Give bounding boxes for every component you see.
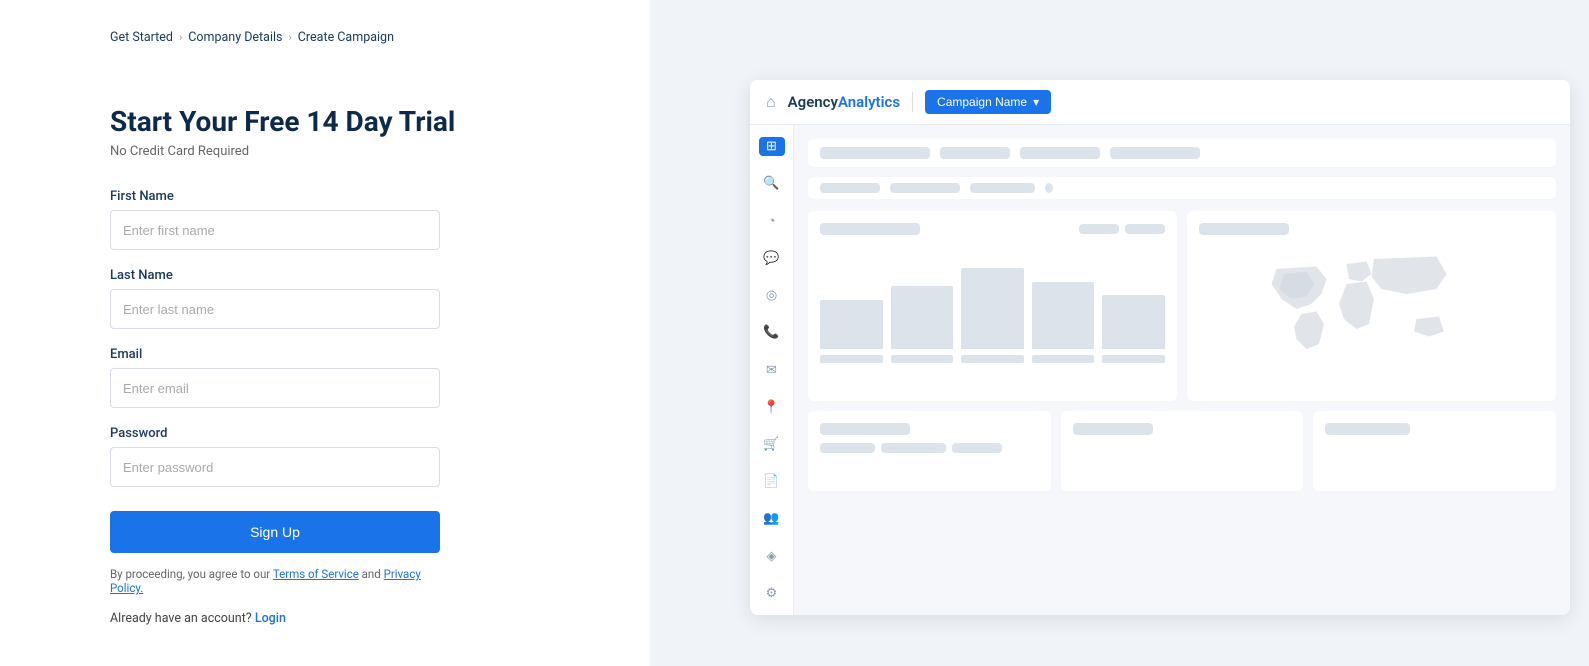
bar-label-2 (891, 355, 954, 363)
bar-2 (891, 286, 954, 349)
password-group: Password (110, 426, 570, 487)
breadcrumb-sep-1: › (179, 31, 182, 44)
last-name-group: Last Name (110, 268, 570, 329)
sidebar-item-search[interactable]: 🔍 (759, 174, 785, 193)
last-name-input[interactable] (110, 289, 440, 329)
chevron-down-icon: ▾ (1033, 95, 1039, 109)
bar-chart-visual (820, 249, 1165, 349)
skeleton-chart-title (820, 223, 920, 235)
home-icon: ⌂ (766, 92, 776, 112)
sidebar-item-cart[interactable]: 🛒 (759, 435, 785, 454)
skeleton-header-4 (1110, 147, 1200, 159)
skeleton-bottom-3-title (1325, 423, 1410, 435)
bar-5 (1102, 295, 1165, 349)
breadcrumb-item-2: Company Details (188, 30, 282, 45)
sidebar-item-email[interactable]: ✉ (759, 360, 785, 379)
map-card-header (1199, 223, 1544, 235)
bottom-card-2 (1061, 411, 1304, 491)
sidebar-item-location[interactable]: 📍 (759, 398, 785, 417)
bar-label-1 (820, 355, 883, 363)
email-label: Email (110, 347, 570, 362)
breadcrumb-item-3: Create Campaign (298, 30, 394, 45)
sidebar-item-phone[interactable]: 📞 (759, 323, 785, 342)
skeleton-bottom-2-title (1073, 423, 1153, 435)
skeleton-bottom-1-title (820, 423, 910, 435)
terms-text: By proceeding, you agree to our Terms of… (110, 567, 440, 595)
skeleton-chart-btn-1 (1079, 224, 1119, 234)
skeleton-chart-btn-2 (1125, 224, 1165, 234)
dashboard-header-row (808, 139, 1556, 167)
bar-chart-card (808, 211, 1177, 401)
skeleton-bottom-1-b (881, 443, 946, 453)
email-group: Email (110, 347, 570, 408)
page-title: Start Your Free 14 Day Trial (110, 105, 570, 138)
right-panel: ⌂ AgencyAnalytics Campaign Name ▾ ⊞ 🔍 ◔ … (650, 0, 1589, 666)
sidebar-item-filter[interactable]: ◈ (759, 547, 785, 566)
skeleton-bottom-1-a (820, 443, 875, 453)
dashboard-cards-row (808, 211, 1556, 401)
dashboard-nav: ⌂ AgencyAnalytics Campaign Name ▾ (750, 80, 1570, 125)
signup-button[interactable]: Sign Up (110, 511, 440, 553)
sidebar-item-charts[interactable]: ◔ (759, 211, 785, 230)
bar-label-5 (1102, 355, 1165, 363)
left-panel: Get Started › Company Details › Create C… (0, 0, 650, 666)
campaign-name-button[interactable]: Campaign Name ▾ (925, 90, 1051, 114)
sidebar-item-settings[interactable]: ⚙ (759, 584, 785, 603)
bar-4 (1032, 282, 1095, 350)
bar-1 (820, 300, 883, 350)
skeleton-tab-3 (970, 183, 1035, 193)
agency-analytics-logo: AgencyAnalytics (788, 93, 900, 111)
bar-chart-labels (820, 355, 1165, 363)
dashboard-body: ⊞ 🔍 ◔ 💬 ◎ 📞 ✉ 📍 🛒 📄 👥 ◈ ⚙ (750, 125, 1570, 615)
sidebar-item-chat[interactable]: 💬 (759, 249, 785, 268)
first-name-label: First Name (110, 189, 570, 204)
world-map-area (1199, 249, 1544, 389)
dashboard-main (794, 125, 1570, 615)
skeleton-header-2 (940, 147, 1010, 159)
password-input[interactable] (110, 447, 440, 487)
bar-label-4 (1032, 355, 1095, 363)
bar-chart-header (820, 223, 1165, 235)
bar-3 (961, 268, 1024, 349)
sidebar-item-users[interactable]: 👥 (759, 509, 785, 528)
nav-divider (912, 92, 913, 112)
first-name-group: First Name (110, 189, 570, 250)
bottom-card-1 (808, 411, 1051, 491)
password-label: Password (110, 426, 570, 441)
sidebar-item-reports[interactable]: 📄 (759, 472, 785, 491)
sidebar-item-target[interactable]: ◎ (759, 286, 785, 305)
skeleton-tab-dots (1045, 183, 1053, 193)
skeleton-tab-2 (890, 183, 960, 193)
breadcrumb-item-1: Get Started (110, 30, 173, 45)
skeleton-map-title (1199, 223, 1289, 235)
last-name-label: Last Name (110, 268, 570, 283)
bar-label-3 (961, 355, 1024, 363)
dashboard-bottom-row (808, 411, 1556, 491)
map-card (1187, 211, 1556, 401)
login-text: Already have an account? Login (110, 611, 570, 626)
breadcrumb-sep-2: › (288, 31, 291, 44)
terms-link[interactable]: Terms of Service (273, 567, 359, 581)
dashboard-tabs-row (808, 177, 1556, 199)
skeleton-header-3 (1020, 147, 1100, 159)
email-input[interactable] (110, 368, 440, 408)
skeleton-tab-1 (820, 183, 880, 193)
skeleton-bottom-1-c (952, 443, 1002, 453)
form-subtitle: No Credit Card Required (110, 144, 570, 159)
world-map-svg (1199, 249, 1544, 389)
dashboard-sidebar: ⊞ 🔍 ◔ 💬 ◎ 📞 ✉ 📍 🛒 📄 👥 ◈ ⚙ (750, 125, 794, 615)
skeleton-header-1 (820, 147, 930, 159)
sidebar-item-dashboard[interactable]: ⊞ (759, 137, 785, 156)
dashboard-preview: ⌂ AgencyAnalytics Campaign Name ▾ ⊞ 🔍 ◔ … (750, 80, 1570, 615)
bottom-card-3 (1313, 411, 1556, 491)
login-link[interactable]: Login (255, 611, 286, 626)
breadcrumb: Get Started › Company Details › Create C… (110, 30, 570, 45)
first-name-input[interactable] (110, 210, 440, 250)
